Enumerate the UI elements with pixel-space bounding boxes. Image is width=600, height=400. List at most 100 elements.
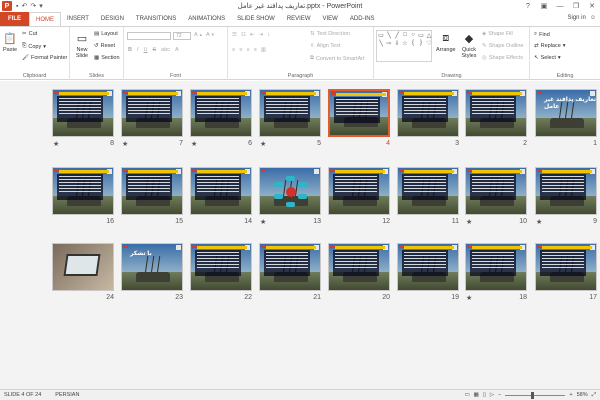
grow-font-icon[interactable]: A ▴ [194, 32, 202, 38]
triangle-shape-icon[interactable]: △ [427, 32, 432, 39]
tab-transitions[interactable]: TRANSITIONS [130, 12, 182, 26]
slide-thumbnail[interactable] [397, 89, 459, 137]
ribbon-display-icon[interactable]: ▣ [536, 0, 552, 12]
italic-icon[interactable]: I [137, 47, 139, 53]
align-center-icon[interactable]: ≡ [239, 47, 242, 53]
shape-outline-button[interactable]: ✎ Shape Outline [482, 43, 523, 49]
shapes-gallery[interactable]: ▭ ╲ ╱ □ ○ ▭ △ ╲ ⇨ ⇩ ☆ { } ♡ [376, 30, 432, 62]
slide-thumbnail[interactable] [535, 243, 597, 291]
slideshow-view-icon[interactable]: ▷ [490, 392, 494, 398]
section-button[interactable]: ▦ Section [94, 55, 120, 61]
slide-thumbnail[interactable]: با تشكر [121, 243, 183, 291]
line-spacing-icon[interactable]: ↕ [267, 32, 270, 38]
layout-button[interactable]: ▤ Layout [94, 31, 118, 37]
oval-shape-icon[interactable]: ○ [411, 32, 415, 38]
animation-star-icon[interactable]: ★ [122, 140, 128, 148]
copy-button[interactable]: ⎘ Copy ▾ [22, 43, 46, 50]
zoom-out-icon[interactable]: − [498, 392, 501, 398]
bullets-icon[interactable]: ☰ [232, 32, 237, 38]
new-slide-button[interactable]: ▭ New Slide [72, 31, 92, 60]
redo-icon[interactable]: ↷ [30, 2, 36, 10]
justify-icon[interactable]: ≡ [254, 47, 257, 53]
slide-thumbnail[interactable] [190, 243, 252, 291]
slide-thumbnail[interactable] [190, 167, 252, 215]
slide-thumbnail[interactable] [465, 243, 527, 291]
slide-thumbnail[interactable] [328, 167, 390, 215]
animation-star-icon[interactable]: ★ [466, 294, 472, 302]
find-button[interactable]: ⌕ Find [534, 31, 550, 38]
font-name-input[interactable] [127, 32, 171, 40]
underline-icon[interactable]: U [144, 47, 148, 53]
zoom-level[interactable]: 58% [577, 392, 588, 398]
rectangle-shape-icon[interactable]: ▭ [378, 32, 384, 39]
slide-thumbnail[interactable] [535, 167, 597, 215]
help-icon[interactable]: ? [520, 0, 536, 12]
minimize-icon[interactable]: — [552, 0, 568, 12]
slide-thumbnail[interactable] [52, 89, 114, 137]
animation-star-icon[interactable]: ★ [53, 140, 59, 148]
user-avatar-icon[interactable]: ☺ [590, 15, 596, 21]
slide-thumbnail[interactable]: تعاريف پدافند غير عامل [535, 89, 597, 137]
customize-qat-icon[interactable]: ▾ [39, 2, 43, 10]
restore-icon[interactable]: ❐ [568, 0, 584, 12]
heart-shape-icon[interactable]: ♡ [426, 40, 431, 47]
slide-thumbnail[interactable] [190, 89, 252, 137]
shape-fill-button[interactable]: ◈ Shape Fill [482, 31, 513, 37]
slide-thumbnail[interactable] [259, 243, 321, 291]
square-shape-icon[interactable]: □ [403, 32, 407, 38]
tab-insert[interactable]: INSERT [61, 12, 95, 26]
select-button[interactable]: ↖ Select ▾ [534, 55, 561, 61]
slide-thumbnail[interactable] [397, 167, 459, 215]
tab-design[interactable]: DESIGN [95, 12, 130, 26]
powerpoint-app-icon[interactable]: P [2, 1, 12, 11]
slide-thumbnail[interactable] [52, 167, 114, 215]
font-size-input[interactable]: 72 [173, 32, 191, 40]
strikethrough-icon[interactable]: S [153, 47, 157, 53]
decrease-indent-icon[interactable]: ⇤ [250, 32, 255, 38]
slide-thumbnail[interactable] [259, 89, 321, 137]
align-text-button[interactable]: ⇳ Align Text [310, 43, 340, 49]
slide-thumbnail[interactable] [328, 89, 390, 137]
arrange-button[interactable]: ⧈ Arrange [436, 31, 456, 54]
tab-view[interactable]: VIEW [317, 12, 344, 26]
slide-thumbnail[interactable] [259, 167, 321, 215]
slide-sorter-view-icon[interactable]: ▦ [474, 392, 479, 398]
slide-thumbnail[interactable] [328, 243, 390, 291]
slide-thumbnail[interactable] [121, 167, 183, 215]
text-direction-button[interactable]: ⇅ Text Direction [310, 31, 350, 37]
arrow-shape-icon[interactable]: ⇩ [394, 40, 399, 47]
zoom-slider[interactable] [505, 391, 566, 399]
arrow-shape-icon[interactable]: ⇨ [386, 40, 391, 47]
align-right-icon[interactable]: ≡ [246, 47, 249, 53]
tab-review[interactable]: REVIEW [281, 12, 317, 26]
shape-effects-button[interactable]: ◎ Shape Effects [482, 55, 523, 61]
bold-icon[interactable]: B [128, 47, 132, 53]
language-indicator[interactable]: PERSIAN [55, 392, 79, 398]
paste-button[interactable]: 📋 Paste [3, 31, 17, 54]
numbering-icon[interactable]: ☷ [241, 32, 246, 38]
star-shape-icon[interactable]: ☆ [402, 40, 407, 47]
tab-home[interactable]: HOME [29, 12, 61, 26]
brace-shape-icon[interactable]: { [412, 40, 414, 46]
slide-thumbnail[interactable] [52, 243, 114, 291]
line-shape-icon[interactable]: ╱ [395, 32, 399, 39]
format-painter-button[interactable]: 🖌 Format Painter [22, 55, 67, 61]
columns-icon[interactable]: ▥ [261, 47, 266, 53]
zoom-in-icon[interactable]: + [569, 392, 572, 398]
align-left-icon[interactable]: ≡ [232, 47, 235, 53]
brace-shape-icon[interactable]: } [420, 40, 422, 46]
save-icon[interactable]: ▪ [16, 3, 18, 10]
undo-icon[interactable]: ↶ [21, 2, 27, 10]
zoom-slider-thumb[interactable] [531, 391, 535, 399]
animation-star-icon[interactable]: ★ [466, 218, 472, 226]
reading-view-icon[interactable]: ▯ [483, 392, 486, 398]
slide-thumbnail[interactable] [465, 167, 527, 215]
convert-smartart-button[interactable]: ⧉ Convert to SmartArt [310, 55, 365, 62]
increase-indent-icon[interactable]: ⇥ [258, 32, 263, 38]
close-icon[interactable]: ✕ [584, 0, 600, 12]
sign-in-link[interactable]: Sign in [568, 15, 586, 21]
line-shape-icon[interactable]: ╲ [379, 40, 383, 47]
shadow-icon[interactable]: abc [161, 47, 170, 53]
shrink-font-icon[interactable]: A ▾ [206, 32, 214, 38]
slide-thumbnail[interactable] [465, 89, 527, 137]
